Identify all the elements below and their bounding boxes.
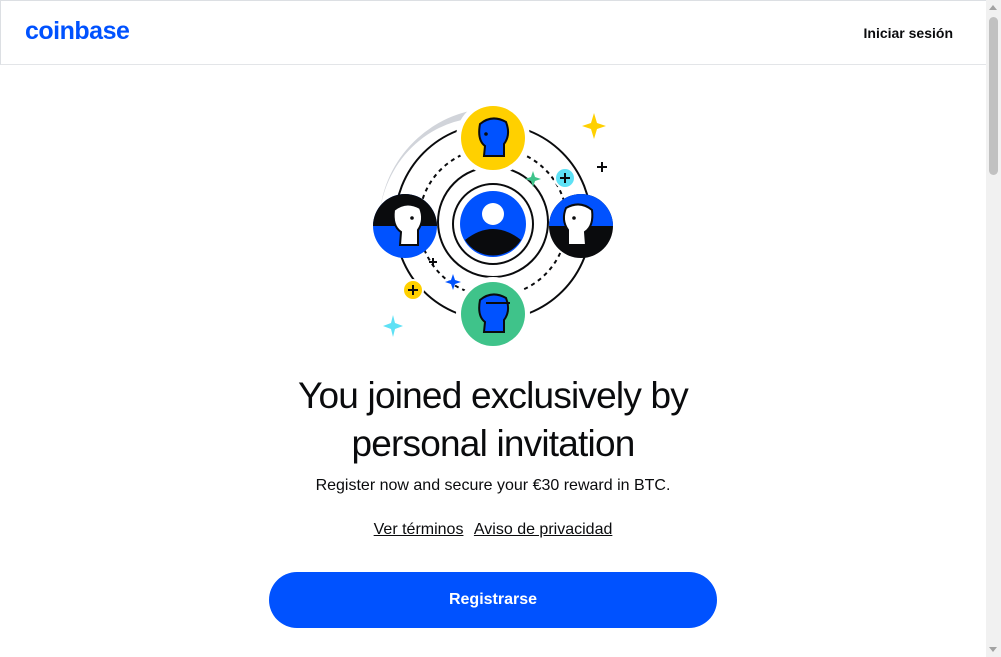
scroll-up-arrow-icon[interactable] [989,5,997,10]
sparkle-green-icon [525,171,541,187]
register-button[interactable]: Registrarse [269,572,717,628]
left-head-icon [373,194,437,258]
coinbase-logo[interactable]: coinbase [25,17,130,46]
plus-cyan-icon [554,167,576,189]
reward-subtext: Register now and secure your €30 reward … [315,477,671,494]
right-head-icon [549,194,613,258]
scroll-down-arrow-icon[interactable] [989,647,997,652]
plus-yellow-icon [402,279,424,301]
referral-network-illustration [373,101,613,350]
signin-link[interactable]: Iniciar sesión [864,25,953,41]
top-nav: coinbase Iniciar sesión [0,0,986,65]
terms-link[interactable]: Ver términos [374,521,464,538]
plus-small-icon [597,162,607,172]
sparkle-yellow-icon [582,113,606,139]
scrollbar[interactable] [986,0,1001,657]
scroll-thumb[interactable] [989,17,998,175]
plus-small-icon-2 [429,258,437,266]
yellow-head-icon [456,101,530,175]
legal-links: Ver términos Aviso de privacidad [0,521,986,539]
page-title-line2: personal invitation [351,423,635,464]
sparkle-blue-icon [445,274,461,290]
center-user-icon [452,183,534,265]
sparkle-cyan-icon [383,315,403,337]
green-head-icon [456,277,530,350]
privacy-link[interactable]: Aviso de privacidad [474,521,612,538]
page-title-line1: You joined exclusively by [298,375,689,416]
page-title: You joined exclusively by personal invit… [0,372,986,468]
